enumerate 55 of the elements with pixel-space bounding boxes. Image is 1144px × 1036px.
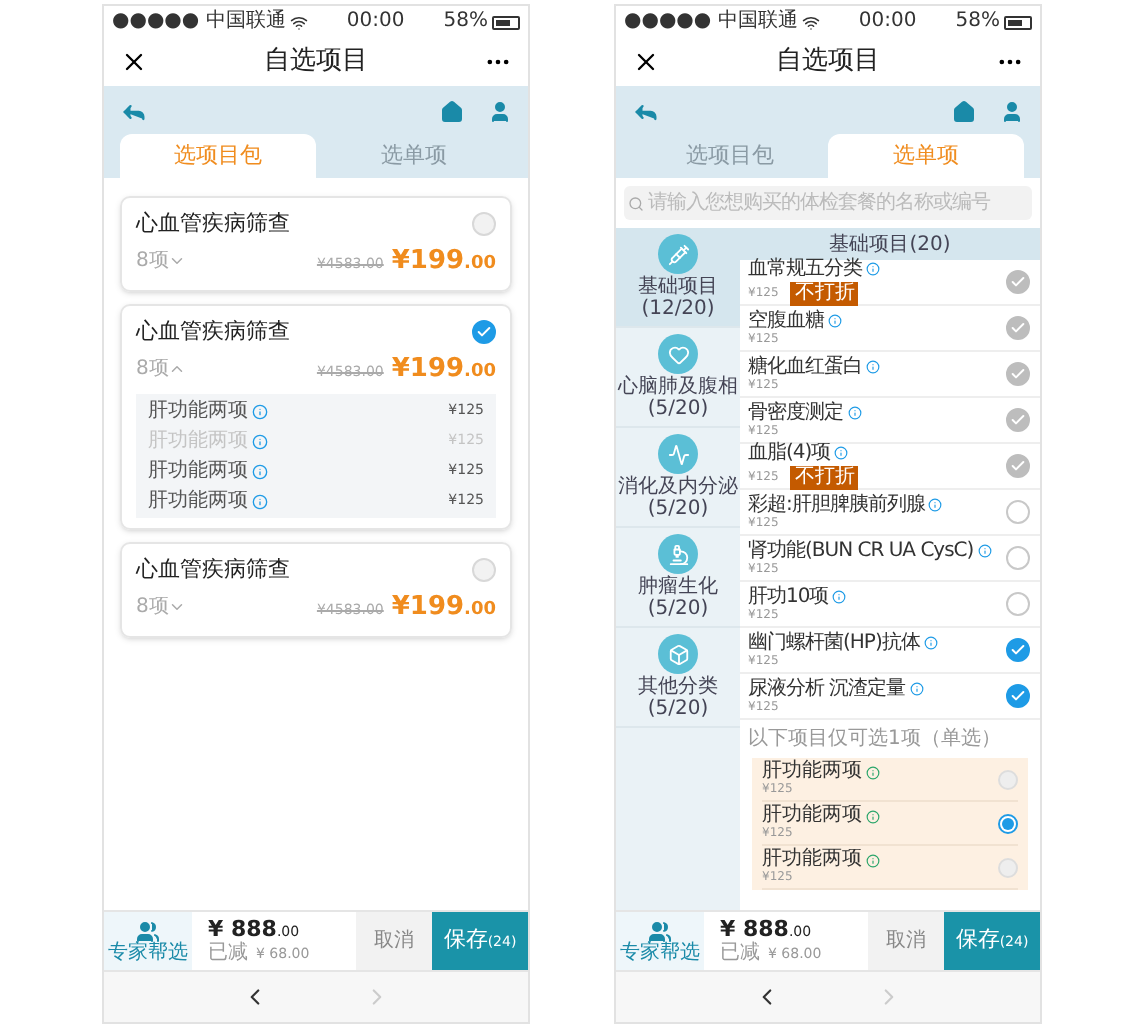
item-name: 肝功能两项 xyxy=(148,487,248,516)
cancel-button[interactable]: 取消 xyxy=(868,912,944,970)
category-label: 消化及内分泌(5/20) xyxy=(616,476,740,520)
choice-title: 以下项目仅可选1项（单选） xyxy=(746,725,1003,754)
cancel-button[interactable]: 取消 xyxy=(356,912,432,970)
saved-label: 已减 xyxy=(720,944,760,964)
battery-text: 58% xyxy=(443,12,488,32)
tab[interactable]: 选单项 xyxy=(828,134,1024,178)
item-count[interactable]: 8项 xyxy=(136,245,187,276)
item-name: 彩超:肝胆脾胰前列腺 xyxy=(748,495,925,515)
package-name: 心血管疾病筛查 xyxy=(136,208,290,240)
price: ¥199.00 xyxy=(391,243,496,279)
category-item[interactable]: 其他分类(5/20) xyxy=(616,628,740,728)
category-label: 心脑肺及腹相(5/20) xyxy=(616,376,740,420)
item-name: 肝功10项 xyxy=(748,587,829,607)
carrier-text: ●●●●● 中国联通 xyxy=(624,12,798,32)
item-name: 肝功能两项 xyxy=(148,457,248,486)
price: ¥199.00 xyxy=(391,589,496,625)
item-name: 骨密度测定 xyxy=(748,403,843,423)
choice-name: 肝功能两项 xyxy=(762,850,862,870)
clock-text: 00:00 xyxy=(346,12,405,32)
choice-name: 肝功能两项 xyxy=(762,806,862,826)
tab[interactable]: 选单项 xyxy=(316,134,512,178)
item-name: 血常规五分类 xyxy=(748,259,862,279)
tag: 不打折 xyxy=(790,281,859,305)
package-name: 心血管疾病筛查 xyxy=(136,554,290,586)
category-label: 肿瘤生化(5/20) xyxy=(636,576,720,620)
choice-name: 肝功能两项 xyxy=(762,762,862,782)
category-item[interactable]: 消化及内分泌(5/20) xyxy=(616,428,740,528)
item-name: 肝功能两项 xyxy=(148,397,248,426)
tab[interactable]: 选项目包 xyxy=(632,134,828,178)
category-label: 基础项目(12/20) xyxy=(636,276,720,320)
item-count[interactable]: 8项 xyxy=(136,591,187,622)
category-item[interactable]: 心脑肺及腹相(5/20) xyxy=(616,328,740,428)
saved-label: 已减 xyxy=(208,944,248,964)
package-name: 心血管疾病筛查 xyxy=(136,316,290,348)
item-name: 空腹血糖 xyxy=(748,311,824,331)
tag: 不打折 xyxy=(790,465,859,489)
price: ¥199.00 xyxy=(391,351,496,387)
item-name: 幽门螺杆菌(HP)抗体 xyxy=(748,633,920,653)
section-header: 基础项目(20) xyxy=(740,228,1040,260)
category-item[interactable]: 肿瘤生化(5/20) xyxy=(616,528,740,628)
item-count[interactable]: 8项 xyxy=(136,353,187,384)
clock-text: 00:00 xyxy=(858,12,917,32)
item-name: 血脂(4)项 xyxy=(748,443,831,463)
item-name: 糖化血红蛋白 xyxy=(748,357,862,377)
carrier-text: ●●●●● 中国联通 xyxy=(112,12,286,32)
page-title: 自选项目 xyxy=(776,44,880,81)
item-name: 肾功能(BUN CR UA CysC) xyxy=(748,541,974,561)
page-title: 自选项目 xyxy=(264,44,368,81)
category-label: 其他分类(5/20) xyxy=(636,676,720,720)
battery-text: 58% xyxy=(955,12,1000,32)
category-item[interactable]: 基础项目(12/20) xyxy=(616,228,740,328)
item-name: 尿液分析 沉渣定量 xyxy=(748,679,906,699)
tab[interactable]: 选项目包 xyxy=(120,134,316,178)
